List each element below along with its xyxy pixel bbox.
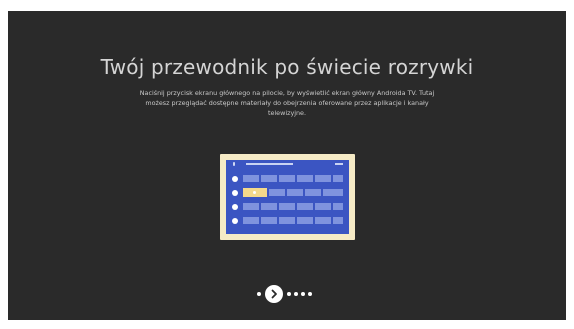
row-tile [279, 175, 295, 182]
row-app-icon [232, 204, 238, 210]
row-tile [261, 203, 277, 210]
row-tile [305, 189, 321, 196]
illustration-top-right-bar [335, 163, 343, 165]
row-tile [297, 203, 313, 210]
page-title: Twój przewodnik po świecie rozrywki [100, 55, 474, 79]
mic-icon [233, 162, 235, 166]
row-tile [297, 175, 313, 182]
page-dot [294, 292, 298, 296]
row-tile [315, 175, 331, 182]
illustration-row [226, 202, 349, 212]
page-description: Naciśnij przycisk ekranu głównego na pil… [139, 89, 435, 117]
row-tile [333, 217, 343, 224]
row-tile [315, 203, 331, 210]
page-dot [257, 292, 261, 296]
row-app-icon [232, 190, 238, 196]
illustration-row [226, 188, 349, 198]
illustration-search-bar [246, 163, 293, 165]
pagination [257, 285, 337, 303]
row-tile [287, 189, 303, 196]
row-app-icon [232, 176, 238, 182]
tv-screen [226, 160, 349, 234]
row-tile [243, 203, 259, 210]
page-dot [308, 292, 312, 296]
selected-tile [243, 188, 267, 197]
row-tile [315, 217, 331, 224]
row-tile [323, 189, 343, 196]
illustration-row [226, 216, 349, 226]
illustration-row [226, 174, 349, 184]
chevron-right-icon [271, 289, 277, 299]
row-tile [261, 217, 277, 224]
row-tile [243, 217, 259, 224]
row-tile [333, 175, 343, 182]
row-tile [261, 175, 277, 182]
row-tile [243, 175, 259, 182]
row-tile [269, 189, 285, 196]
tv-home-screen-illustration [220, 154, 355, 240]
row-tile [333, 203, 343, 210]
row-app-icon [232, 218, 238, 224]
row-tile [279, 217, 295, 224]
row-tile [297, 217, 313, 224]
row-tile [279, 203, 295, 210]
onboarding-screen: Twój przewodnik po świecie rozrywki Naci… [8, 11, 566, 320]
page-dot [301, 292, 305, 296]
page-dot [287, 292, 291, 296]
next-button[interactable] [265, 285, 283, 303]
